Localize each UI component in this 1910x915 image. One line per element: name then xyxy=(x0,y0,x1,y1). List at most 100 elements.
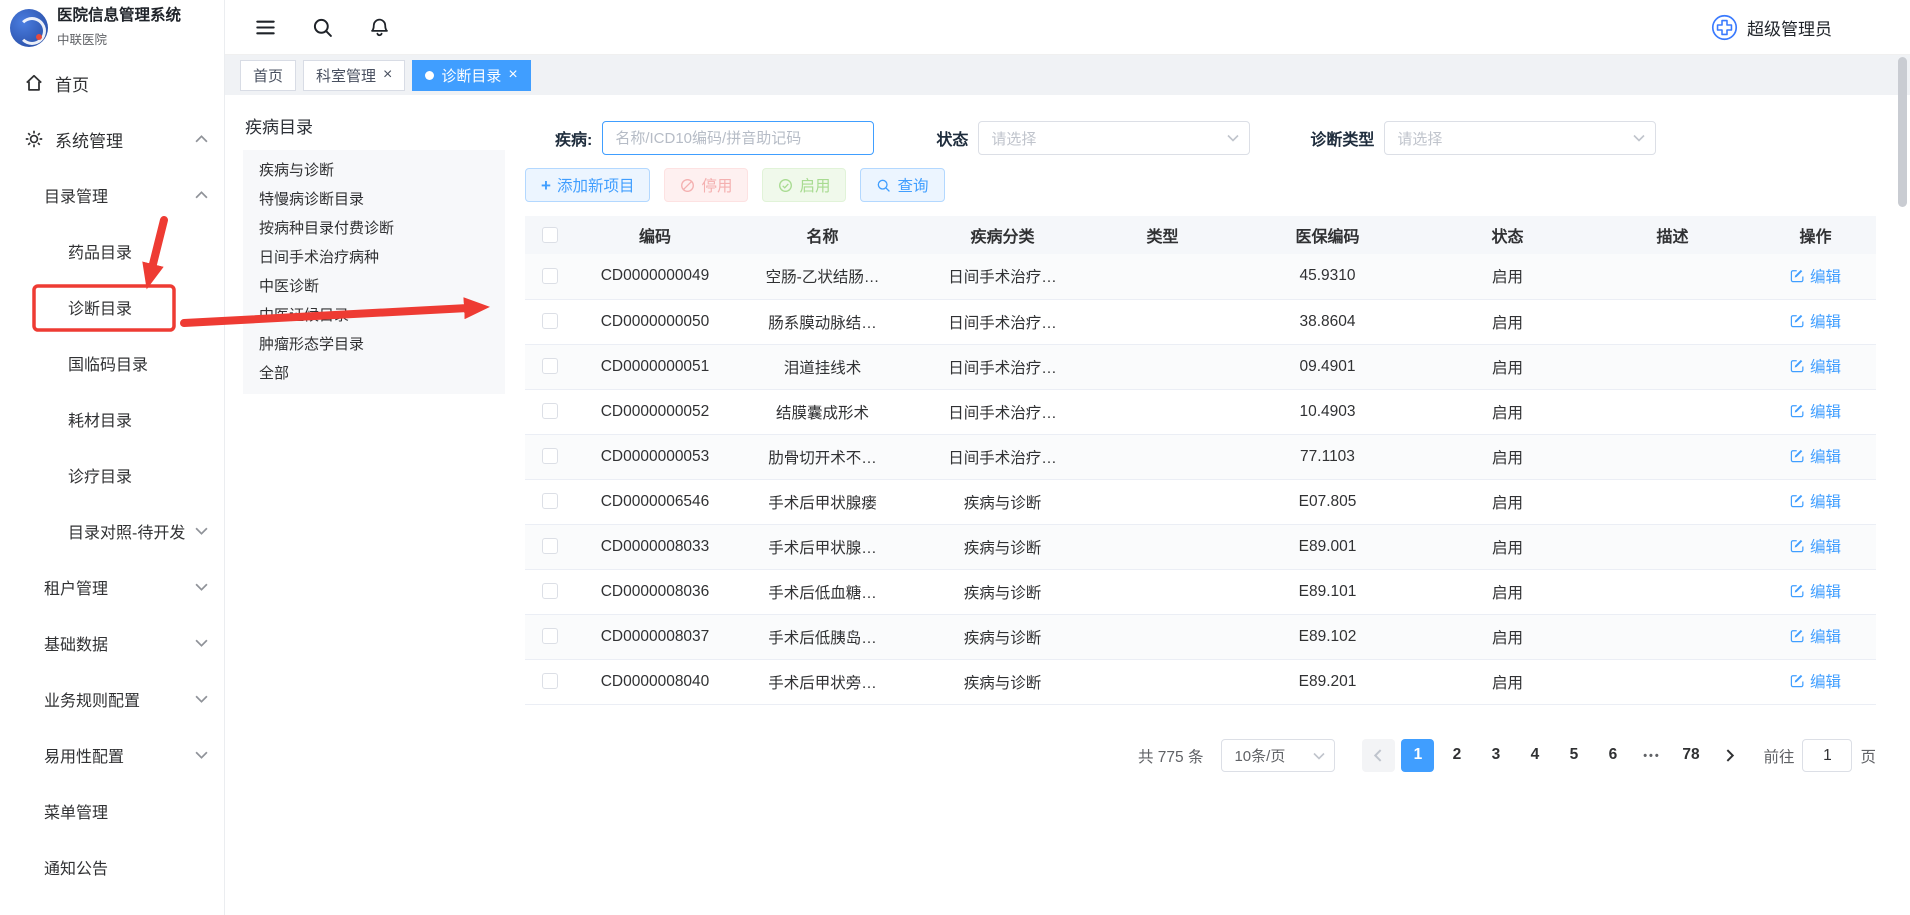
tab[interactable]: 科室管理× xyxy=(303,60,405,91)
close-icon[interactable]: × xyxy=(508,67,517,83)
search-icon[interactable] xyxy=(312,17,333,38)
circle-check-icon xyxy=(778,178,793,193)
prev-page-button[interactable] xyxy=(1362,739,1395,772)
notification-bell-icon[interactable] xyxy=(369,17,390,38)
disease-search-input[interactable] xyxy=(602,121,874,155)
page-button[interactable]: 3 xyxy=(1479,739,1512,772)
edit-button[interactable]: 编辑 xyxy=(1790,670,1841,692)
catalog-item[interactable]: 疾病与诊断 xyxy=(243,156,505,185)
sidebar-item[interactable]: 易用性配置 xyxy=(0,727,224,783)
edit-button[interactable]: 编辑 xyxy=(1790,535,1841,557)
cell-name: 结膜囊成形术 xyxy=(735,389,910,434)
catalog-item[interactable]: 中医证候目录 xyxy=(243,301,505,330)
cell-status: 启用 xyxy=(1425,299,1590,344)
edit-button[interactable]: 编辑 xyxy=(1790,400,1841,422)
sidebar-item[interactable]: 国临码目录 xyxy=(0,335,224,391)
table-row: CD0000008037手术后低胰岛…疾病与诊断E89.102启用编辑 xyxy=(525,614,1876,659)
user-menu[interactable]: 超级管理员 xyxy=(1711,14,1832,41)
catalog-item[interactable]: 肿瘤形态学目录 xyxy=(243,330,505,359)
edit-button[interactable]: 编辑 xyxy=(1790,310,1841,332)
cell-insurance-code: 77.1103 xyxy=(1230,434,1425,479)
sidebar-item[interactable]: 业务规则配置 xyxy=(0,671,224,727)
next-page-button[interactable] xyxy=(1713,739,1746,772)
sidebar-item[interactable]: 药品目录 xyxy=(0,223,224,279)
cell-status: 启用 xyxy=(1425,524,1590,569)
row-checkbox[interactable] xyxy=(542,628,558,644)
cell-category: 疾病与诊断 xyxy=(910,659,1095,704)
select-all-checkbox[interactable] xyxy=(542,227,558,243)
chevron-up-icon xyxy=(195,135,208,143)
diagnosis-type-select[interactable]: 请选择 xyxy=(1384,121,1656,155)
cell-description xyxy=(1590,479,1755,524)
add-item-button[interactable]: + 添加新项目 xyxy=(525,168,650,202)
sidebar-item-label: 目录管理 xyxy=(44,183,108,207)
collapse-menu-icon[interactable] xyxy=(255,17,276,38)
cell-status: 启用 xyxy=(1425,614,1590,659)
page-button[interactable]: 2 xyxy=(1440,739,1473,772)
sidebar-item[interactable]: 基础数据 xyxy=(0,615,224,671)
edit-button[interactable]: 编辑 xyxy=(1790,625,1841,647)
row-checkbox[interactable] xyxy=(542,673,558,689)
catalog-item[interactable]: 按病种目录付费诊断 xyxy=(243,214,505,243)
catalog-item[interactable]: 全部 xyxy=(243,359,505,388)
more-pages-button[interactable]: ••• xyxy=(1635,740,1668,773)
row-checkbox[interactable] xyxy=(542,538,558,554)
cell-description xyxy=(1590,389,1755,434)
status-select[interactable]: 请选择 xyxy=(978,121,1250,155)
sidebar-item[interactable]: 通知公告 xyxy=(0,839,224,895)
scrollbar-thumb[interactable] xyxy=(1898,57,1907,207)
table-row: CD0000000049空肠-乙状结肠…日间手术治疗…45.9310启用编辑 xyxy=(525,254,1876,299)
cell-insurance-code: 09.4901 xyxy=(1230,344,1425,389)
page-button[interactable]: 1 xyxy=(1401,739,1434,772)
column-header: 状态 xyxy=(1425,216,1590,254)
catalog-list: 疾病与诊断特慢病诊断目录按病种目录付费诊断日间手术治疗病种中医诊断中医证候目录肿… xyxy=(243,150,505,394)
cell-action: 编辑 xyxy=(1755,389,1876,434)
sidebar-item[interactable]: 菜单管理 xyxy=(0,783,224,839)
catalog-item[interactable]: 特慢病诊断目录 xyxy=(243,185,505,214)
sidebar-item[interactable]: 系统管理 xyxy=(0,111,224,167)
pagination: 共 775 条 10条/页 123456•••78 前往 xyxy=(525,739,1876,773)
row-checkbox[interactable] xyxy=(542,313,558,329)
page-button[interactable]: 6 xyxy=(1596,739,1629,772)
sidebar-item[interactable]: 租户管理 xyxy=(0,559,224,615)
edit-button-label: 编辑 xyxy=(1810,355,1841,377)
row-checkbox[interactable] xyxy=(542,583,558,599)
goto-page-input[interactable] xyxy=(1802,739,1852,772)
sidebar-item[interactable]: 目录管理 xyxy=(0,167,224,223)
close-icon[interactable]: × xyxy=(383,67,392,83)
sidebar-item[interactable]: 耗材目录 xyxy=(0,391,224,447)
row-checkbox[interactable] xyxy=(542,358,558,374)
cell-type xyxy=(1095,569,1230,614)
tab[interactable]: 诊断目录 × xyxy=(412,60,530,91)
disable-button[interactable]: 停用 xyxy=(664,168,748,202)
edit-button[interactable]: 编辑 xyxy=(1790,445,1841,467)
cell-name: 手术后甲状腺… xyxy=(735,524,910,569)
row-checkbox[interactable] xyxy=(542,493,558,509)
page-button[interactable]: 78 xyxy=(1674,739,1707,772)
row-checkbox[interactable] xyxy=(542,448,558,464)
page-button[interactable]: 4 xyxy=(1518,739,1551,772)
page-scrollbar[interactable] xyxy=(1897,57,1908,915)
cell-type xyxy=(1095,659,1230,704)
edit-icon xyxy=(1790,358,1805,373)
edit-button[interactable]: 编辑 xyxy=(1790,490,1841,512)
enable-button[interactable]: 启用 xyxy=(762,168,846,202)
catalog-item[interactable]: 日间手术治疗病种 xyxy=(243,243,505,272)
page-button[interactable]: 5 xyxy=(1557,739,1590,772)
cell-code: CD0000000051 xyxy=(575,344,735,389)
sidebar-item[interactable]: 目录对照-待开发 xyxy=(0,503,224,559)
row-checkbox[interactable] xyxy=(542,403,558,419)
edit-button[interactable]: 编辑 xyxy=(1790,265,1841,287)
edit-button[interactable]: 编辑 xyxy=(1790,355,1841,377)
sidebar-item[interactable]: 诊断目录 xyxy=(0,279,224,335)
sidebar-item[interactable]: 诊疗目录 xyxy=(0,447,224,503)
tab-label: 诊断目录 xyxy=(441,65,501,86)
catalog-item[interactable]: 中医诊断 xyxy=(243,272,505,301)
edit-button[interactable]: 编辑 xyxy=(1790,580,1841,602)
app-title-block: 医院信息管理系统 中联医院 xyxy=(57,7,181,48)
sidebar-item[interactable]: 首页 xyxy=(0,55,224,111)
tab[interactable]: 首页 xyxy=(240,60,296,91)
row-checkbox[interactable] xyxy=(542,268,558,284)
page-size-select[interactable]: 10条/页 xyxy=(1221,739,1335,772)
query-button[interactable]: 查询 xyxy=(860,168,944,202)
